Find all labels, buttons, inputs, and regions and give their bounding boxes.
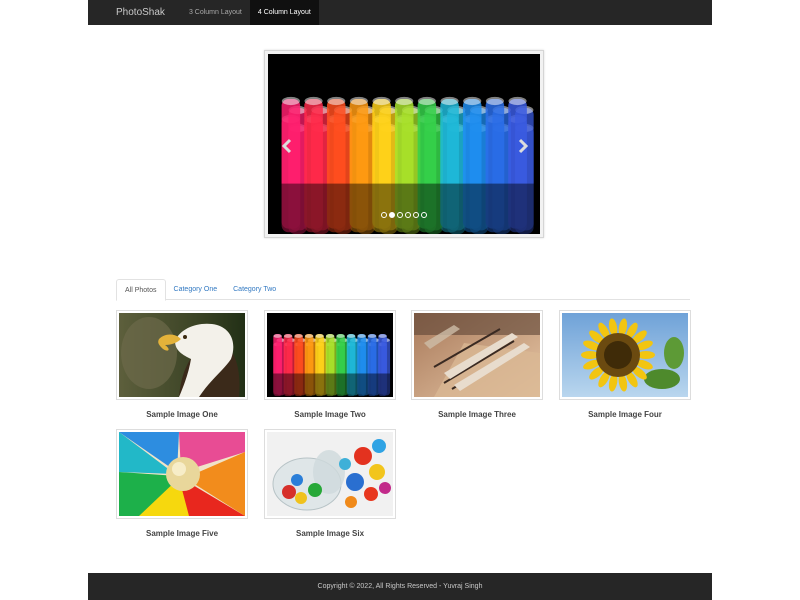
bench-thumbnail[interactable] [411,310,543,400]
gallery-item: Sample Image Six [264,429,396,538]
eagle-thumbnail[interactable] [116,310,248,400]
gallery-item: Sample Image Five [116,429,248,538]
straws-thumbnail[interactable] [264,310,396,400]
tab-category-one[interactable]: Category One [166,279,226,300]
carousel-indicators [268,212,540,218]
carousel-dot-4[interactable] [405,212,411,218]
category-tabs: All Photos Category One Category Two [116,279,690,301]
gallery-item: Sample Image Three [411,310,543,419]
footer: Copyright © 2022, All Rights Reserved - … [88,573,712,600]
carousel-dot-5[interactable] [413,212,419,218]
gallery-item: Sample Image Four [559,310,691,419]
gallery-item: Sample Image Two [264,310,396,419]
copyright-text: Copyright © 2022, All Rights Reserved - … [317,583,483,590]
gallery-item: Sample Image One [116,310,248,419]
gallery-caption: Sample Image One [146,410,218,419]
pinwheel-thumbnail[interactable] [116,429,248,519]
nav-4-column-layout[interactable]: 4 Column Layout [249,0,319,25]
gallery-caption: Sample Image Four [588,410,662,419]
marbles-thumbnail[interactable] [264,429,396,519]
carousel-dot-6[interactable] [421,212,427,218]
nav-3-column-layout[interactable]: 3 Column Layout [181,0,250,25]
tab-category-two[interactable]: Category Two [225,279,284,300]
carousel-slide [268,54,540,234]
gallery-caption: Sample Image Six [295,529,365,538]
carousel-prev-chevron-icon[interactable] [280,138,294,154]
tab-all-photos[interactable]: All Photos [116,279,166,301]
navbar: PhotoShak 3 Column Layout 4 Column Layou… [88,0,712,25]
image-carousel [264,50,544,238]
carousel-next-chevron-icon[interactable] [516,138,530,154]
straws-slide-image [268,54,540,234]
sunflower-thumbnail[interactable] [559,310,691,400]
gallery-caption: Sample Image Three [438,410,516,419]
carousel-dot-3[interactable] [397,212,403,218]
brand-logo[interactable]: PhotoShak [88,0,181,25]
carousel-dot-1[interactable] [381,212,387,218]
carousel-dot-2[interactable] [389,212,395,218]
gallery-caption: Sample Image Two [294,410,366,419]
gallery-caption: Sample Image Five [145,529,219,538]
